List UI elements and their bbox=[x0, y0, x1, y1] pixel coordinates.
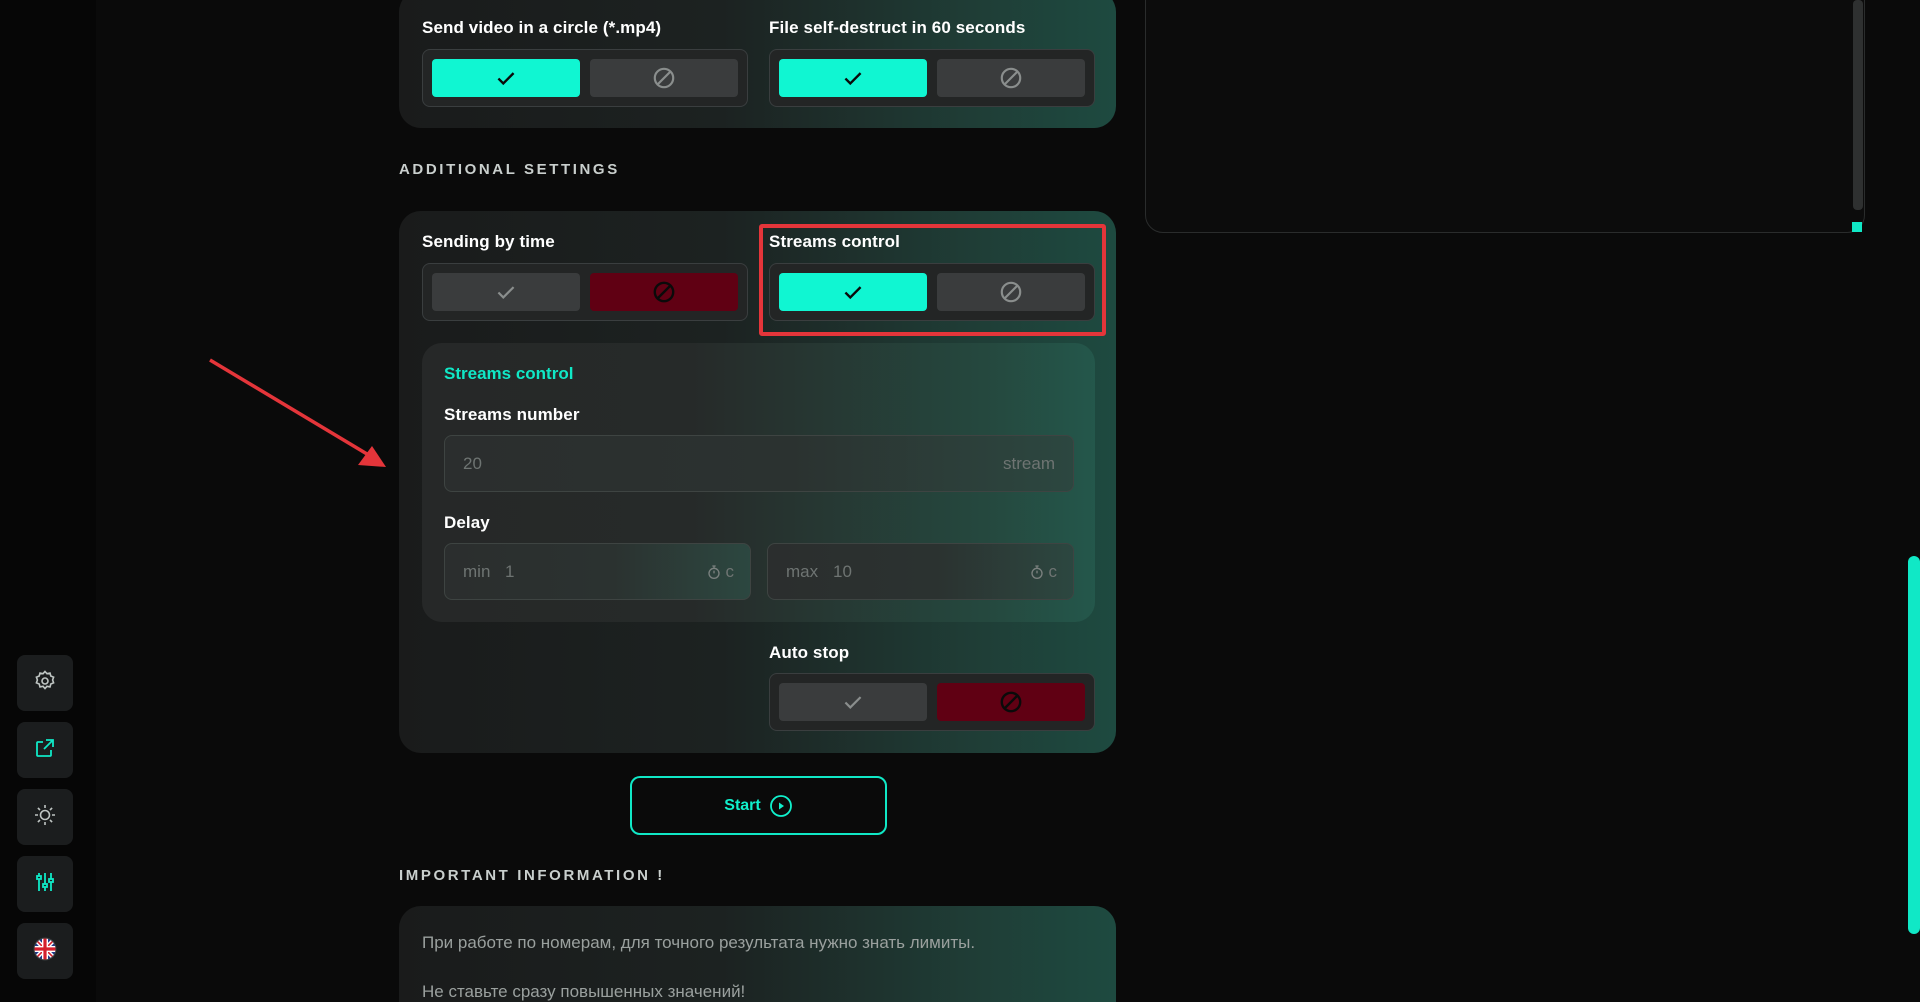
delay-max-unit: c bbox=[1048, 562, 1058, 581]
theme-toggle-button[interactable] bbox=[17, 789, 73, 845]
sliders-button[interactable] bbox=[17, 856, 73, 912]
annotation-arrow bbox=[209, 358, 386, 467]
panel-scrollbar[interactable] bbox=[1853, 0, 1863, 210]
resize-handle[interactable] bbox=[1852, 222, 1862, 232]
auto-stop-label: Auto stop bbox=[769, 643, 850, 662]
self-destruct-no-button[interactable] bbox=[937, 59, 1085, 97]
check-icon bbox=[844, 72, 862, 86]
ban-icon bbox=[1000, 691, 1022, 713]
delay-max-input[interactable]: max 10 c bbox=[767, 543, 1074, 600]
page-scrollbar[interactable] bbox=[1908, 556, 1920, 934]
stopwatch-icon bbox=[707, 565, 720, 579]
info-line-1: При работе по номерам, для точного резул… bbox=[422, 933, 976, 952]
send-video-no-button[interactable] bbox=[590, 59, 738, 97]
delay-max-prefix: max bbox=[786, 562, 819, 581]
language-button[interactable] bbox=[17, 923, 73, 979]
delay-label: Delay bbox=[444, 513, 490, 532]
annotation-highlight-box bbox=[759, 224, 1106, 336]
check-icon bbox=[497, 286, 515, 299]
settings-gear-icon bbox=[33, 669, 57, 698]
play-circle-icon bbox=[769, 794, 792, 817]
streams-number-suffix: stream bbox=[1003, 454, 1055, 473]
check-icon bbox=[844, 696, 862, 709]
external-link-button[interactable] bbox=[17, 722, 73, 778]
auto-stop-toggle bbox=[769, 673, 1095, 731]
stopwatch-icon bbox=[1030, 565, 1043, 579]
auto-stop-no-button[interactable] bbox=[937, 683, 1085, 721]
sun-theme-icon bbox=[33, 803, 57, 832]
uk-flag-icon bbox=[33, 937, 57, 966]
send-video-toggle bbox=[422, 49, 748, 107]
left-rail bbox=[0, 0, 96, 1002]
streams-number-input[interactable]: 20 stream bbox=[444, 435, 1074, 492]
external-link-icon bbox=[33, 736, 57, 765]
app-root: Send video in a circle (*.mp4) File self… bbox=[0, 0, 1920, 1002]
self-destruct-yes-button[interactable] bbox=[779, 59, 927, 97]
additional-settings-title: ADDITIONAL SETTINGS bbox=[399, 161, 620, 178]
self-destruct-label: File self-destruct in 60 seconds bbox=[769, 18, 1026, 37]
self-destruct-toggle bbox=[769, 49, 1095, 107]
delay-min-unit: c bbox=[725, 562, 735, 581]
ban-icon bbox=[653, 281, 675, 303]
delay-min-prefix: min bbox=[463, 562, 491, 581]
ban-icon bbox=[1000, 67, 1022, 89]
start-button[interactable]: Start bbox=[630, 776, 887, 835]
sending-by-time-yes-button[interactable] bbox=[432, 273, 580, 311]
start-button-label: Start bbox=[724, 796, 761, 814]
streams-panel-title: Streams control bbox=[444, 364, 574, 383]
send-video-yes-button[interactable] bbox=[432, 59, 580, 97]
check-icon bbox=[497, 72, 515, 86]
important-information-title: IMPORTANT INFORMATION ! bbox=[399, 867, 665, 884]
sending-by-time-no-button[interactable] bbox=[590, 273, 738, 311]
delay-min-value: 1 bbox=[505, 562, 515, 581]
sending-by-time-toggle bbox=[422, 263, 748, 321]
right-output-panel bbox=[1145, 0, 1865, 233]
delay-min-input[interactable]: min 1 c bbox=[444, 543, 751, 600]
sending-by-time-label: Sending by time bbox=[422, 232, 555, 251]
streams-number-label: Streams number bbox=[444, 405, 580, 424]
streams-number-value: 20 bbox=[463, 454, 482, 473]
settings-button[interactable] bbox=[17, 655, 73, 711]
sliders-icon bbox=[33, 870, 57, 899]
info-line-2: Не ставьте сразу повышенных значений! bbox=[422, 982, 746, 1001]
ban-icon bbox=[653, 67, 675, 89]
auto-stop-yes-button[interactable] bbox=[779, 683, 927, 721]
send-video-label: Send video in a circle (*.mp4) bbox=[422, 18, 662, 37]
delay-max-value: 10 bbox=[833, 562, 852, 581]
